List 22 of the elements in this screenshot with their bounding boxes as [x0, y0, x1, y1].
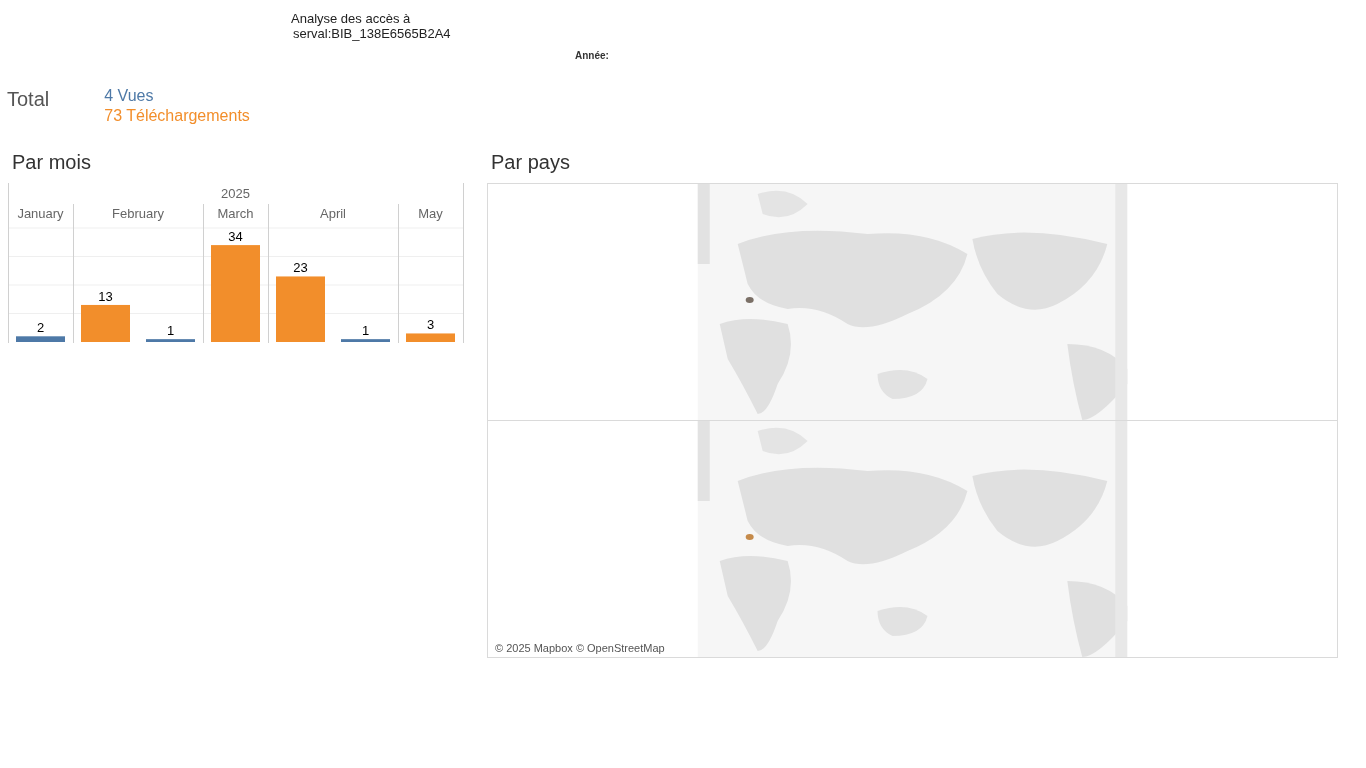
dashboard-title: serval:BIB_138E6565B2A4: [292, 26, 451, 41]
value-label: 34: [228, 229, 243, 245]
value-label: 3: [426, 317, 435, 333]
month-label: January: [17, 206, 64, 221]
section-heading: Par pays: [490, 151, 571, 175]
value-label: 1: [361, 323, 370, 339]
filter-label: Année:: [575, 50, 609, 61]
month-label: March: [217, 206, 254, 221]
month-label: April: [320, 206, 346, 221]
month-label: May: [418, 206, 443, 221]
value-label: 1: [166, 323, 175, 339]
value-label: 2: [36, 320, 45, 336]
value-label: 23: [293, 260, 308, 276]
year-label: 2025: [221, 186, 250, 201]
value-label: 13: [98, 288, 113, 304]
views-total: 4 Vues: [104, 86, 155, 106]
month-label: February: [112, 206, 164, 221]
total-label: Total: [7, 87, 50, 112]
map-attribution: © 2025 Mapbox © OpenStreetMap: [492, 641, 668, 655]
section-heading: Par mois: [11, 151, 92, 175]
downloads-total: 73 Téléchargements: [104, 106, 250, 126]
dashboard-title: Analyse des accès à: [291, 11, 412, 26]
